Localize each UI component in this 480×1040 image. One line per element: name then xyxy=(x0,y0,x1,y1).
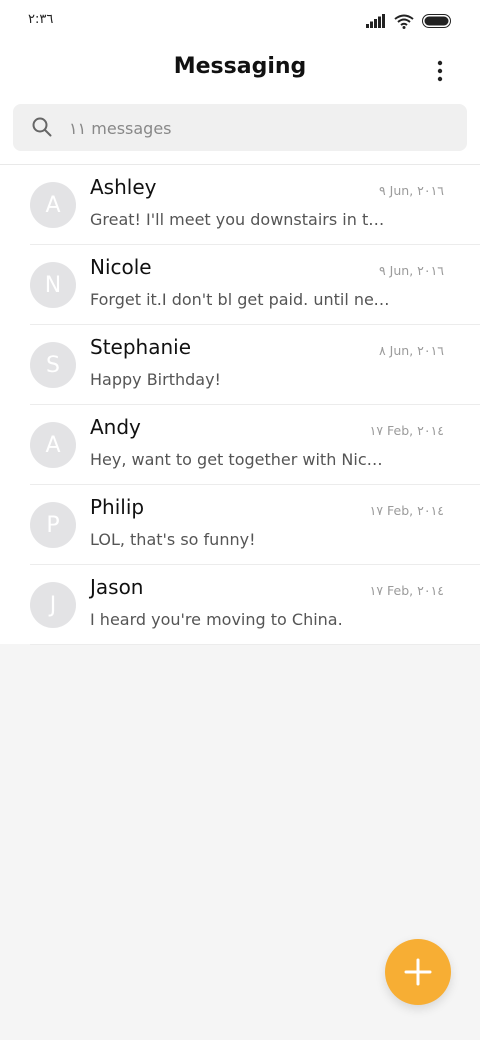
page-title: Messaging xyxy=(173,54,307,79)
message-preview: Happy Birthday! xyxy=(90,370,221,389)
message-preview: Great! I'll meet you downstairs in ten m… xyxy=(90,210,390,229)
avatar: N xyxy=(30,262,76,308)
wifi-icon xyxy=(394,14,414,29)
contact-name: Jason xyxy=(90,575,144,599)
message-date: ١٧ Feb, ٢٠١٤ xyxy=(369,423,444,438)
plus-icon xyxy=(404,958,432,986)
search-input[interactable] xyxy=(67,112,431,144)
contact-name: Stephanie xyxy=(90,335,192,359)
status-bar: ٢:٣٦ xyxy=(0,0,480,42)
conversation-list: A Ashley ٩ Jun, ٢٠١٦ Great! I'll meet yo… xyxy=(0,165,480,645)
more-options-button[interactable] xyxy=(426,58,454,84)
avatar: J xyxy=(30,582,76,628)
conversation-row[interactable]: S Stephanie ٨ Jun, ٢٠١٦ Happy Birthday! xyxy=(0,325,480,405)
status-icons xyxy=(366,11,452,31)
signal-icon xyxy=(366,14,385,28)
avatar: S xyxy=(30,342,76,388)
message-date: ٩ Jun, ٢٠١٦ xyxy=(378,263,444,278)
contact-name: Philip xyxy=(90,495,145,519)
conversation-row[interactable]: N Nicole ٩ Jun, ٢٠١٦ Forget it.I don't b… xyxy=(0,245,480,325)
message-preview: Forget it.I don't bl get paid. until nex… xyxy=(90,290,390,309)
header: Messaging xyxy=(0,48,480,92)
content-area: ٢:٣٦ Messaging ١١ messages A Ashley ٩ Ju… xyxy=(0,0,480,645)
avatar: P xyxy=(30,502,76,548)
avatar: A xyxy=(30,182,76,228)
message-date: ٨ Jun, ٢٠١٦ xyxy=(378,343,444,358)
conversation-row[interactable]: P Philip ١٧ Feb, ٢٠١٤ LOL, that's so fun… xyxy=(0,485,480,565)
conversation-row[interactable]: A Andy ١٧ Feb, ٢٠١٤ Hey, want to get tog… xyxy=(0,405,480,485)
contact-name: Nicole xyxy=(90,255,152,279)
status-time: ٢:٣٦ xyxy=(28,12,54,27)
message-preview: I heard you're moving to China. xyxy=(90,610,343,629)
message-date: ٩ Jun, ٢٠١٦ xyxy=(378,183,444,198)
messaging-screen: ٢:٣٦ Messaging ١١ messages A Ashley ٩ Ju… xyxy=(0,0,480,1040)
search-bar[interactable] xyxy=(13,104,467,151)
message-date: ١٧ Feb, ٢٠١٤ xyxy=(369,583,444,598)
message-date: ١٧ Feb, ٢٠١٤ xyxy=(369,503,444,518)
new-message-button[interactable] xyxy=(385,939,451,1005)
contact-name: Ashley xyxy=(90,175,157,199)
conversation-row[interactable]: A Ashley ٩ Jun, ٢٠١٦ Great! I'll meet yo… xyxy=(0,165,480,245)
avatar: A xyxy=(30,422,76,468)
message-preview: Hey, want to get together with Nicole to… xyxy=(90,450,390,469)
more-vertical-icon xyxy=(437,60,443,82)
message-preview: LOL, that's so funny! xyxy=(90,530,256,549)
conversation-row[interactable]: J Jason ١٧ Feb, ٢٠١٤ I heard you're movi… xyxy=(0,565,480,645)
search-icon xyxy=(32,117,52,137)
contact-name: Andy xyxy=(90,415,141,439)
battery-icon xyxy=(422,14,451,28)
